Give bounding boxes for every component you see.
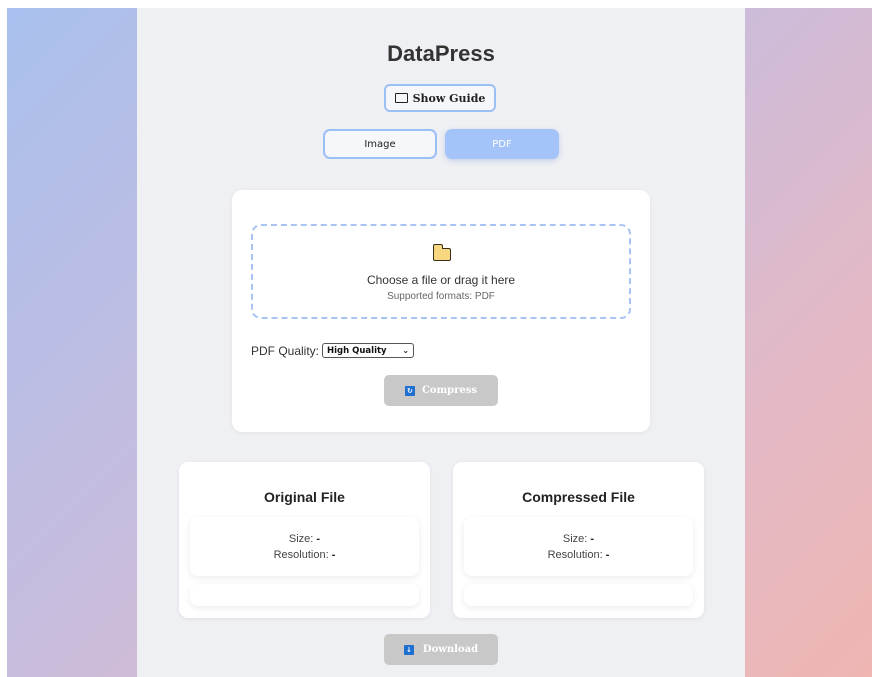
quality-row: PDF Quality: High Quality ⌄ (251, 343, 415, 358)
upload-card: Choose a file or drag it here Supported … (232, 190, 650, 432)
original-preview (190, 584, 419, 606)
compressed-resolution-value: - (605, 549, 610, 561)
book-icon (394, 93, 408, 103)
compressed-file-card: Compressed File Size: - Resolution: - (453, 462, 704, 618)
compressed-resolution-label: Resolution: (547, 549, 603, 561)
quality-label: PDF Quality: (251, 343, 320, 358)
tab-image[interactable]: Image (323, 129, 437, 159)
show-guide-button[interactable]: Show Guide (384, 84, 496, 112)
download-button[interactable]: ↓ Download (384, 634, 498, 665)
download-label: Download (422, 644, 479, 655)
quality-selected-value: High Quality (327, 345, 387, 356)
compressed-preview (464, 584, 693, 606)
refresh-icon: ↻ (404, 385, 415, 396)
compressed-size-value: - (590, 533, 595, 545)
file-dropzone[interactable]: Choose a file or drag it here Supported … (251, 224, 631, 319)
compressed-info-box: Size: - Resolution: - (464, 517, 693, 576)
supported-formats: Supported formats: PDF (387, 291, 495, 302)
page-title: DataPress (387, 41, 495, 66)
tab-pdf[interactable]: PDF (445, 129, 559, 159)
original-file-title: Original File (264, 489, 345, 505)
show-guide-label: Show Guide (412, 91, 486, 105)
original-resolution-value: - (331, 549, 336, 561)
compressed-file-title: Compressed File (522, 489, 635, 505)
chevron-down-icon: ⌄ (402, 346, 410, 355)
quality-select[interactable]: High Quality ⌄ (322, 343, 415, 358)
compressed-size-label: Size: (562, 533, 588, 545)
original-size-label: Size: (288, 533, 314, 545)
compress-label: Compress (421, 385, 478, 396)
original-info-box: Size: - Resolution: - (190, 517, 419, 576)
original-resolution-label: Resolution: (273, 549, 329, 561)
download-icon: ↓ (403, 644, 414, 655)
dropzone-text: Choose a file or drag it here (366, 273, 516, 287)
original-size-value: - (316, 533, 321, 545)
main-panel: DataPress Show Guide Image PDF Choose a … (137, 8, 745, 677)
original-file-card: Original File Size: - Resolution: - (179, 462, 430, 618)
folder-icon (432, 244, 451, 261)
compress-button[interactable]: ↻ Compress (384, 375, 498, 406)
